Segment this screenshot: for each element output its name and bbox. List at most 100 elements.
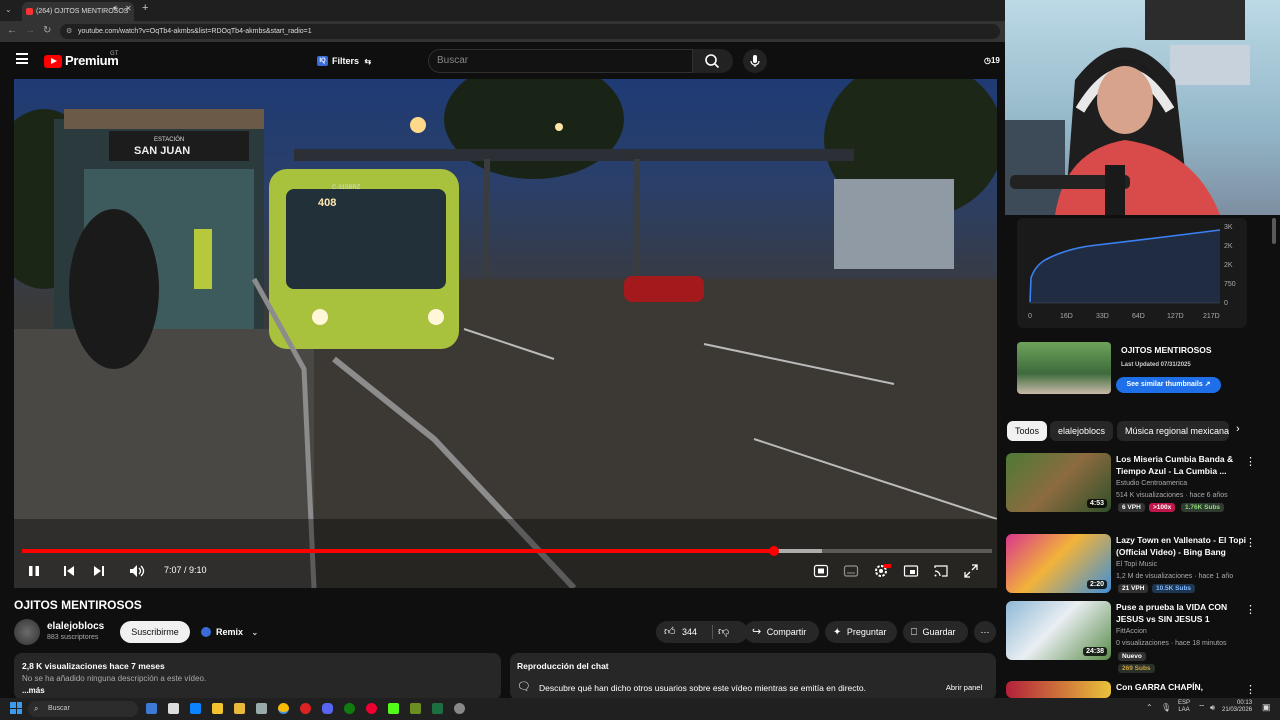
app-icon[interactable] [256, 703, 267, 714]
youtube-logo-icon[interactable] [44, 55, 62, 68]
obs-icon[interactable] [454, 703, 465, 714]
search-input[interactable]: Buscar [428, 49, 693, 73]
miniplayer-button[interactable] [903, 563, 919, 579]
progress-scrubber[interactable] [768, 546, 779, 556]
previous-button[interactable] [61, 563, 77, 579]
recommendation-channel[interactable]: FittAccion [1116, 628, 1147, 635]
address-bar[interactable]: ⚙︎ youtube.com/watch?v=OqTb4-akmbs&list=… [60, 24, 1000, 39]
gear-icon [875, 564, 891, 577]
channel-name[interactable]: elalejoblocs [47, 621, 104, 632]
subtitles-button[interactable] [843, 563, 859, 579]
dislike-button[interactable]: 👎︎ [718, 621, 744, 643]
previous-icon [64, 566, 74, 576]
pause-button[interactable] [26, 563, 42, 579]
edge-icon[interactable] [190, 703, 201, 714]
bookmark-icon: ⎕ [911, 627, 917, 638]
recommendation-channel[interactable]: Estudio Centroamerica [1116, 480, 1187, 487]
save-button[interactable]: ⎕ Guardar [903, 621, 968, 643]
minecraft-icon[interactable] [410, 703, 421, 714]
description-box[interactable]: 2,8 K visualizaciones hace 7 meses No se… [14, 653, 501, 700]
video-card-thumbnail[interactable] [1017, 342, 1111, 394]
recommendation-item[interactable]: 24:38 Puse a prueba la VIDA CON JESUS vs… [1006, 601, 1276, 676]
more-options-icon[interactable]: ⋮ [1245, 455, 1256, 468]
notes-app-icon[interactable] [168, 703, 179, 714]
fullscreen-button[interactable] [963, 563, 979, 579]
clock[interactable]: 00:13 21/03/2026 [1222, 700, 1252, 714]
reload-icon[interactable]: ↻ [43, 25, 51, 36]
opera-icon[interactable] [300, 703, 311, 714]
notifications-icon[interactable]: ▣ [1262, 702, 1271, 713]
start-button[interactable] [10, 702, 22, 714]
more-options-icon[interactable]: ⋮ [1245, 603, 1256, 616]
voice-search-button[interactable] [743, 49, 767, 73]
similar-thumbnails-button[interactable]: See similar thumbnails ↗ [1116, 377, 1221, 393]
recommendation-title[interactable]: Con GARRA CHAPÍN, [1116, 681, 1256, 693]
recommendation-item[interactable]: Con GARRA CHAPÍN, ⋮ [1006, 681, 1276, 698]
video-player[interactable]: ESTACIÓN SAN JUAN C-315BRZ 408 [14, 79, 997, 588]
network-icon[interactable]: ⌔ [1198, 703, 1206, 713]
microphone-tray-icon[interactable]: 🎙︎ [1161, 703, 1171, 712]
site-info-icon[interactable]: ⚙︎ [66, 24, 72, 39]
open-panel-button[interactable]: Abrir panel [938, 680, 990, 696]
more-options-icon[interactable]: ⋮ [1245, 536, 1256, 549]
chip-all[interactable]: Todos [1007, 421, 1048, 441]
forward-icon[interactable]: → [25, 25, 35, 36]
tab-list-icon[interactable]: ⌄ [5, 5, 12, 14]
chrome-icon[interactable] [278, 703, 289, 714]
recommendation-title[interactable]: Lazy Town en Vallenato - El Topi (Offici… [1116, 534, 1256, 558]
new-tab-button[interactable]: + [142, 2, 148, 14]
filters-button[interactable]: IQ Filters ⇆ [313, 53, 373, 69]
remix-icon [201, 627, 211, 637]
sticky-notes-icon[interactable] [212, 703, 223, 714]
settings-button[interactable] [873, 563, 891, 579]
ask-button[interactable]: ✦ Preguntar [825, 621, 897, 643]
recommendation-title[interactable]: Puse a prueba la VIDA CON JESUS vs SIN J… [1116, 601, 1256, 625]
recommendation-item[interactable]: 4:53 Los Miseria Cumbia Banda & Tiempo A… [1006, 453, 1276, 515]
tab-close-icon[interactable]: ✕ [125, 4, 132, 13]
channel-avatar[interactable] [14, 619, 40, 645]
subscribe-button[interactable]: Suscribirme [120, 621, 190, 643]
recommendation-item[interactable]: 2:20 Lazy Town en Vallenato - El Topi (O… [1006, 534, 1276, 596]
bus-route: 408 [318, 197, 336, 209]
chevron-right-icon[interactable]: › [1236, 423, 1240, 435]
taskbar-search[interactable]: ⌕ Buscar [28, 701, 138, 717]
volume-button[interactable] [128, 563, 145, 579]
speaker-icon[interactable]: 🔊︎ [1210, 703, 1215, 713]
recommendation-thumbnail[interactable]: 24:38 [1006, 601, 1111, 660]
new-badge: Nuevo [1118, 652, 1146, 661]
share-button[interactable]: ↪ Compartir [744, 621, 819, 643]
more-actions-button[interactable]: ⋯ [974, 621, 996, 643]
recommendation-thumbnail[interactable]: 2:20 [1006, 534, 1111, 593]
more-options-icon[interactable]: ⋮ [1245, 683, 1256, 696]
search-button[interactable] [693, 49, 733, 73]
back-icon[interactable]: ← [7, 25, 17, 36]
cast-button[interactable] [933, 563, 949, 579]
file-explorer-icon[interactable] [234, 703, 245, 714]
excel-icon[interactable] [432, 703, 443, 714]
recommendation-thumbnail[interactable] [1006, 681, 1111, 698]
task-view-icon[interactable] [146, 703, 157, 714]
chip-genre[interactable]: Música regional mexicana [1117, 421, 1229, 441]
recommendation-channel[interactable]: El Topi Music [1116, 561, 1157, 568]
x-tick: 64D [1132, 313, 1145, 320]
media-player-icon[interactable] [366, 703, 377, 714]
taskbar-search-label: Buscar [48, 705, 70, 712]
scrollbar-thumb[interactable] [1272, 218, 1276, 244]
remix-button[interactable]: Remix ⌄ [196, 621, 264, 643]
iq-button[interactable] [813, 563, 829, 579]
show-more-link[interactable]: ...más [22, 686, 45, 695]
next-button[interactable] [91, 563, 107, 579]
recommendation-title[interactable]: Los Miseria Cumbia Banda & Tiempo Azul -… [1116, 453, 1256, 477]
chip-channel[interactable]: elalejoblocs [1050, 421, 1114, 441]
discord-icon[interactable] [322, 703, 333, 714]
video-frame: ESTACIÓN SAN JUAN C-315BRZ 408 [14, 79, 997, 588]
tray-chevron-icon[interactable]: ⌃ [1146, 703, 1153, 712]
xbox-icon[interactable] [344, 703, 355, 714]
recommendation-thumbnail[interactable]: 4:53 [1006, 453, 1111, 512]
language-indicator[interactable]: ESP LAA [1178, 700, 1190, 714]
progress-bar[interactable] [22, 546, 992, 556]
menu-icon[interactable] [16, 53, 28, 64]
like-button[interactable]: 👍︎ 344 [656, 621, 712, 643]
kick-icon[interactable] [388, 703, 399, 714]
url-text: youtube.com/watch?v=OqTb4-akmbs&list=RDO… [78, 28, 312, 35]
